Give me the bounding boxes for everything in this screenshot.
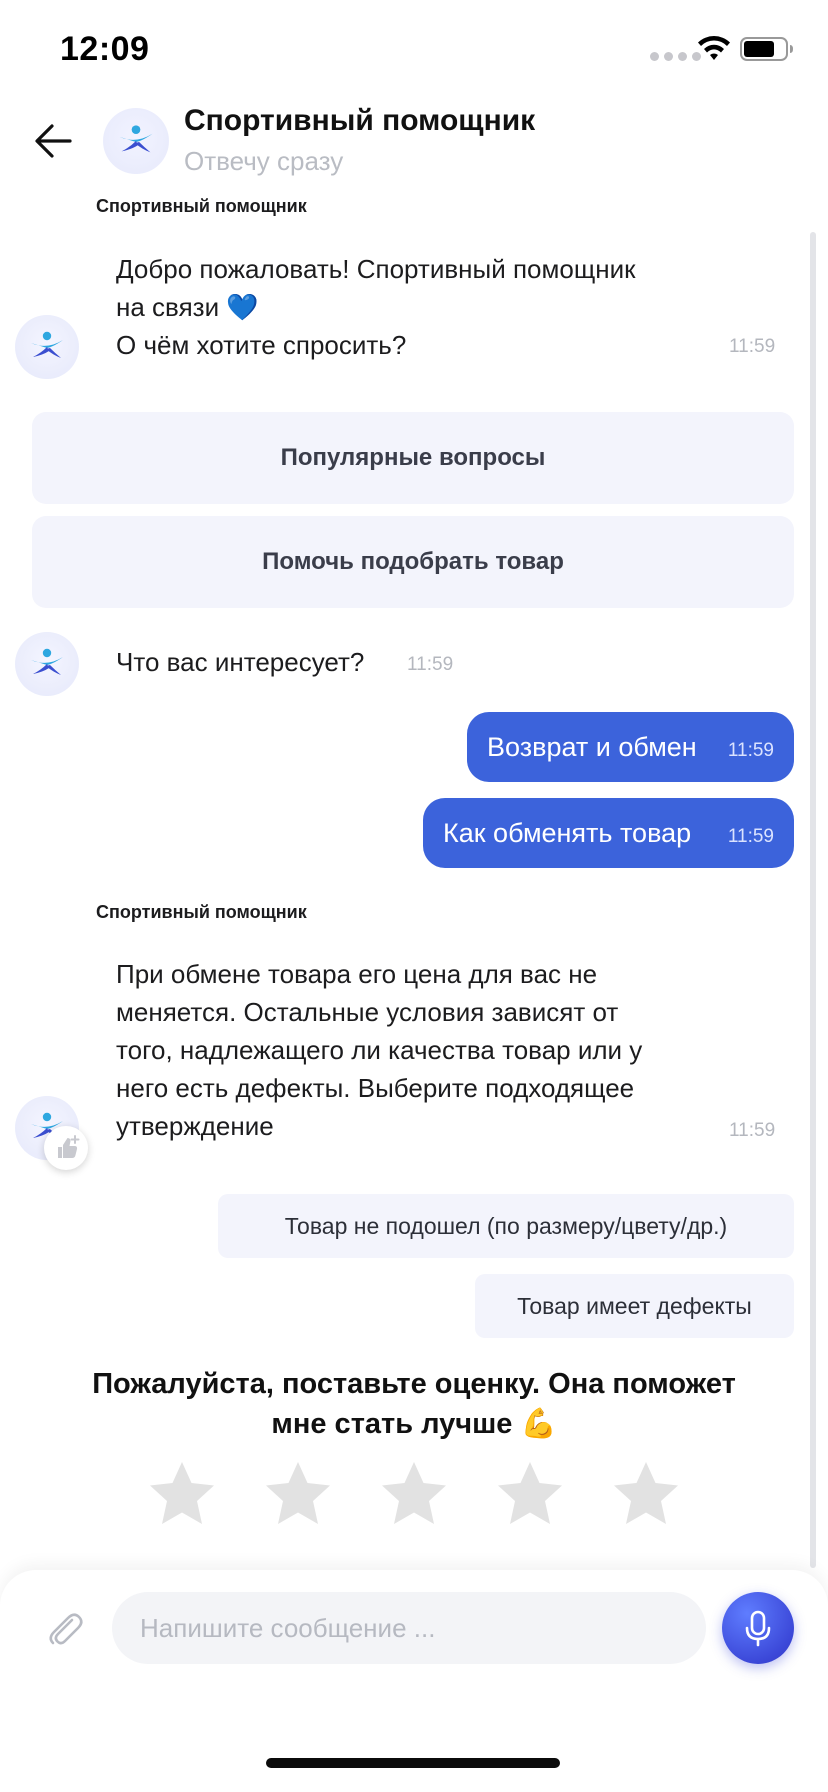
microphone-button[interactable] bbox=[722, 1592, 794, 1664]
message-time: 11:59 bbox=[407, 654, 454, 675]
chat-title: Спортивный помощник bbox=[184, 104, 536, 137]
status-bar: 12:09 bbox=[0, 0, 828, 96]
popular-questions-button[interactable]: Популярные вопросы bbox=[32, 412, 794, 504]
runner-logo-icon bbox=[119, 125, 153, 153]
star-5-icon[interactable] bbox=[610, 1458, 682, 1530]
message-line: него есть дефекты. Выберите подходящее bbox=[116, 1073, 635, 1103]
user-message-text: Как обменять товар bbox=[443, 817, 692, 848]
chat-header: Спортивный помощник Отвечу сразу bbox=[0, 96, 828, 186]
scrollbar[interactable] bbox=[810, 232, 816, 1568]
message-time: 11:59 bbox=[727, 740, 774, 761]
flexed-biceps-emoji: 💪 bbox=[520, 1408, 557, 1440]
star-4-icon[interactable] bbox=[494, 1458, 566, 1530]
star-1-icon[interactable] bbox=[146, 1458, 218, 1530]
runner-logo-icon bbox=[31, 331, 63, 358]
user-message[interactable]: Как обменять товар 11:59 bbox=[423, 798, 794, 868]
message-line: При обмене товара его цена для вас не bbox=[116, 959, 598, 989]
sender-name: Спортивный помощник bbox=[96, 902, 307, 922]
rating-prompt: Пожалуйста, поставьте оценку. Она поможе… bbox=[0, 1364, 828, 1444]
heart-emoji: 💙 bbox=[226, 292, 259, 322]
star-3-icon[interactable] bbox=[378, 1458, 450, 1530]
rating-prompt-line: мне стать лучше 💪 bbox=[271, 1408, 557, 1440]
help-choose-product-button[interactable]: Помочь подобрать товар bbox=[32, 516, 794, 608]
add-reaction-button[interactable] bbox=[44, 1126, 88, 1170]
wifi-icon bbox=[698, 36, 730, 60]
assistant-avatar bbox=[103, 108, 169, 174]
star-2-icon[interactable] bbox=[262, 1458, 334, 1530]
user-message[interactable]: Возврат и обмен 11:59 bbox=[467, 712, 794, 782]
question-message: Что вас интересует? bbox=[116, 647, 365, 677]
user-message-text: Возврат и обмен bbox=[487, 731, 697, 762]
welcome-message: Добро пожаловать! Спортивный помощник на… bbox=[116, 250, 636, 364]
message-line: утверждение bbox=[116, 1111, 274, 1141]
paperclip-icon[interactable] bbox=[42, 1606, 86, 1650]
back-arrow-icon[interactable] bbox=[30, 116, 80, 166]
sender-name: Спортивный помощник bbox=[96, 196, 307, 216]
assistant-avatar bbox=[15, 315, 79, 379]
rating-stars bbox=[146, 1458, 686, 1530]
status-time: 12:09 bbox=[60, 30, 150, 68]
chat-subtitle: Отвечу сразу bbox=[184, 146, 344, 176]
message-line: того, надлежащего ли качества товар или … bbox=[116, 1035, 643, 1065]
message-line: Добро пожаловать! Спортивный помощник bbox=[116, 254, 636, 284]
message-time: 11:59 bbox=[729, 1120, 776, 1141]
message-line: О чём хотите спросить? bbox=[116, 330, 407, 360]
message-time: 11:59 bbox=[729, 336, 776, 357]
thumbs-up-plus-icon bbox=[58, 1135, 80, 1158]
answer-message: При обмене товара его цена для вас не ме… bbox=[116, 955, 642, 1145]
home-indicator bbox=[266, 1758, 560, 1768]
message-line: на связи 💙 bbox=[116, 292, 259, 322]
message-time: 11:59 bbox=[727, 826, 774, 847]
cellular-signal-icon bbox=[650, 52, 701, 61]
option-not-fit-button[interactable]: Товар не подошел (по размеру/цвету/др.) bbox=[218, 1194, 794, 1258]
option-defects-button[interactable]: Товар имеет дефекты bbox=[475, 1274, 794, 1338]
message-line: меняется. Остальные условия зависят от bbox=[116, 997, 619, 1027]
rating-prompt-line: Пожалуйста, поставьте оценку. Она поможе… bbox=[92, 1368, 736, 1400]
runner-logo-icon bbox=[31, 648, 63, 675]
microphone-icon bbox=[745, 1610, 771, 1647]
assistant-avatar bbox=[15, 632, 79, 696]
message-input[interactable] bbox=[112, 1592, 706, 1664]
battery-icon bbox=[740, 37, 793, 61]
